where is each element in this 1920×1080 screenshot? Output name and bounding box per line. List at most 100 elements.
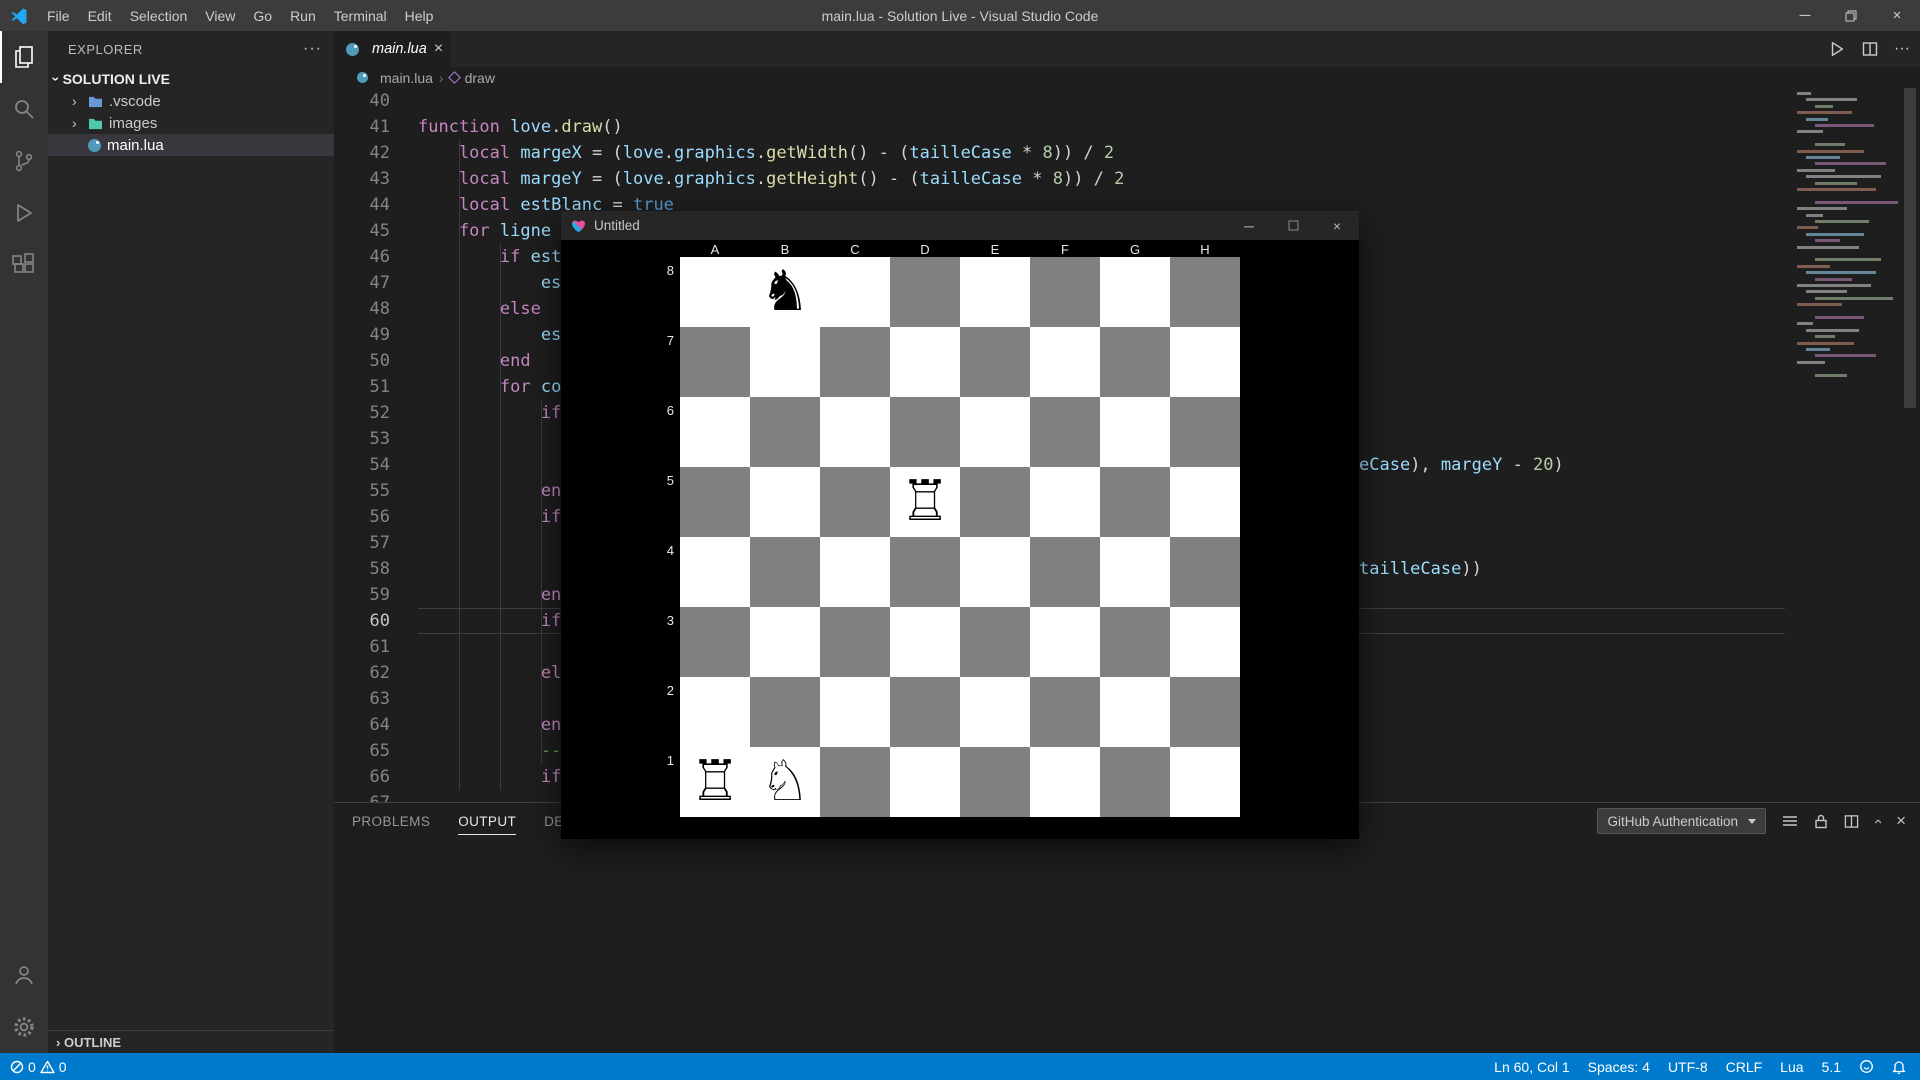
minimap[interactable] xyxy=(1793,88,1900,802)
sidebar-item-vscode-folder[interactable]: › .vscode xyxy=(48,90,334,112)
chess-piece-white-knight[interactable]: ♘ xyxy=(750,747,820,817)
board-square-G5[interactable] xyxy=(1100,467,1170,537)
source-control-icon[interactable] xyxy=(0,135,48,187)
chevron-up-icon[interactable]: › xyxy=(1869,819,1886,824)
board-square-D8[interactable] xyxy=(890,257,960,327)
board-square-H5[interactable] xyxy=(1170,467,1240,537)
board-square-F2[interactable] xyxy=(1030,677,1100,747)
board-square-H7[interactable] xyxy=(1170,327,1240,397)
line-number[interactable]: 50 xyxy=(334,348,390,374)
board-square-E3[interactable] xyxy=(960,607,1030,677)
line-number[interactable]: 61 xyxy=(334,634,390,660)
board-square-C2[interactable] xyxy=(820,677,890,747)
board-square-G6[interactable] xyxy=(1100,397,1170,467)
board-square-B6[interactable] xyxy=(750,397,820,467)
tab-output[interactable]: OUTPUT xyxy=(458,814,516,829)
board-square-E2[interactable] xyxy=(960,677,1030,747)
code-line[interactable]: 43local margeY = (love.graphics.getHeigh… xyxy=(334,166,1900,192)
eol-sequence[interactable]: CRLF xyxy=(1726,1059,1763,1075)
line-number[interactable]: 53 xyxy=(334,426,390,452)
chess-board[interactable]: ♞♖♖♘ xyxy=(680,257,1240,817)
line-number[interactable]: 52 xyxy=(334,400,390,426)
board-square-F4[interactable] xyxy=(1030,537,1100,607)
board-square-G1[interactable] xyxy=(1100,747,1170,817)
editor-scrollbar[interactable] xyxy=(1904,88,1916,408)
close-panel-icon[interactable]: × xyxy=(1896,811,1906,831)
code-line[interactable]: 42local margeX = (love.graphics.getWidth… xyxy=(334,140,1900,166)
board-square-A6[interactable] xyxy=(680,397,750,467)
board-square-F5[interactable] xyxy=(1030,467,1100,537)
line-number[interactable]: 51 xyxy=(334,374,390,400)
board-square-A7[interactable] xyxy=(680,327,750,397)
menu-terminal[interactable]: Terminal xyxy=(325,8,396,24)
line-number[interactable]: 58 xyxy=(334,556,390,582)
board-square-H3[interactable] xyxy=(1170,607,1240,677)
account-icon[interactable] xyxy=(0,949,48,1001)
lock-scroll-icon[interactable] xyxy=(1814,814,1828,829)
board-square-C8[interactable] xyxy=(820,257,890,327)
notifications-bell-icon[interactable] xyxy=(1892,1059,1906,1074)
line-number[interactable]: 59 xyxy=(334,582,390,608)
board-square-G7[interactable] xyxy=(1100,327,1170,397)
line-number[interactable]: 67 xyxy=(334,790,390,802)
board-square-E4[interactable] xyxy=(960,537,1030,607)
breadcrumb-symbol[interactable]: draw xyxy=(465,70,495,86)
board-square-E7[interactable] xyxy=(960,327,1030,397)
board-square-H1[interactable] xyxy=(1170,747,1240,817)
board-square-B2[interactable] xyxy=(750,677,820,747)
board-square-E1[interactable] xyxy=(960,747,1030,817)
menu-go[interactable]: Go xyxy=(244,8,281,24)
board-square-D2[interactable] xyxy=(890,677,960,747)
line-number[interactable]: 60 xyxy=(334,608,390,634)
board-square-D4[interactable] xyxy=(890,537,960,607)
board-square-G2[interactable] xyxy=(1100,677,1170,747)
board-square-F3[interactable] xyxy=(1030,607,1100,677)
line-number[interactable]: 65 xyxy=(334,738,390,764)
board-square-F1[interactable] xyxy=(1030,747,1100,817)
board-square-G4[interactable] xyxy=(1100,537,1170,607)
board-square-D6[interactable] xyxy=(890,397,960,467)
editor-more-actions-icon[interactable]: ··· xyxy=(1894,40,1910,58)
line-number[interactable]: 66 xyxy=(334,764,390,790)
board-square-F8[interactable] xyxy=(1030,257,1100,327)
line-number[interactable]: 45 xyxy=(334,218,390,244)
board-square-C4[interactable] xyxy=(820,537,890,607)
menu-selection[interactable]: Selection xyxy=(121,8,197,24)
board-square-A4[interactable] xyxy=(680,537,750,607)
output-channel-select[interactable]: GitHub Authentication xyxy=(1597,808,1766,834)
line-number[interactable]: 47 xyxy=(334,270,390,296)
code-line[interactable]: 40 xyxy=(334,88,1900,114)
line-number[interactable]: 40 xyxy=(334,88,390,114)
tab-problems[interactable]: PROBLEMS xyxy=(352,814,430,829)
run-debug-icon[interactable] xyxy=(0,187,48,239)
board-square-B7[interactable] xyxy=(750,327,820,397)
lua-version[interactable]: 5.1 xyxy=(1822,1059,1841,1075)
outline-section[interactable]: › OUTLINE xyxy=(48,1030,334,1053)
board-square-H2[interactable] xyxy=(1170,677,1240,747)
code-line[interactable]: 41function love.draw() xyxy=(334,114,1900,140)
board-square-D7[interactable] xyxy=(890,327,960,397)
line-number[interactable]: 63 xyxy=(334,686,390,712)
search-icon[interactable] xyxy=(0,83,48,135)
board-square-E8[interactable] xyxy=(960,257,1030,327)
indentation[interactable]: Spaces: 4 xyxy=(1588,1059,1650,1075)
line-number[interactable]: 42 xyxy=(334,140,390,166)
board-square-H8[interactable] xyxy=(1170,257,1240,327)
window-restore-button[interactable] xyxy=(1828,0,1874,31)
feedback-icon[interactable] xyxy=(1859,1059,1874,1074)
encoding[interactable]: UTF-8 xyxy=(1668,1059,1708,1075)
board-square-A8[interactable] xyxy=(680,257,750,327)
menu-help[interactable]: Help xyxy=(396,8,443,24)
chess-piece-black-knight[interactable]: ♞ xyxy=(750,257,820,327)
menu-edit[interactable]: Edit xyxy=(79,8,121,24)
settings-gear-icon[interactable] xyxy=(0,1001,48,1053)
board-square-F6[interactable] xyxy=(1030,397,1100,467)
menu-run[interactable]: Run xyxy=(281,8,325,24)
output-filter-icon[interactable] xyxy=(1782,814,1798,828)
game-minimize-button[interactable]: ─ xyxy=(1227,211,1271,240)
game-close-button[interactable]: × xyxy=(1315,211,1359,240)
language-mode[interactable]: Lua xyxy=(1780,1059,1803,1075)
board-square-B4[interactable] xyxy=(750,537,820,607)
line-number[interactable]: 64 xyxy=(334,712,390,738)
line-number[interactable]: 57 xyxy=(334,530,390,556)
